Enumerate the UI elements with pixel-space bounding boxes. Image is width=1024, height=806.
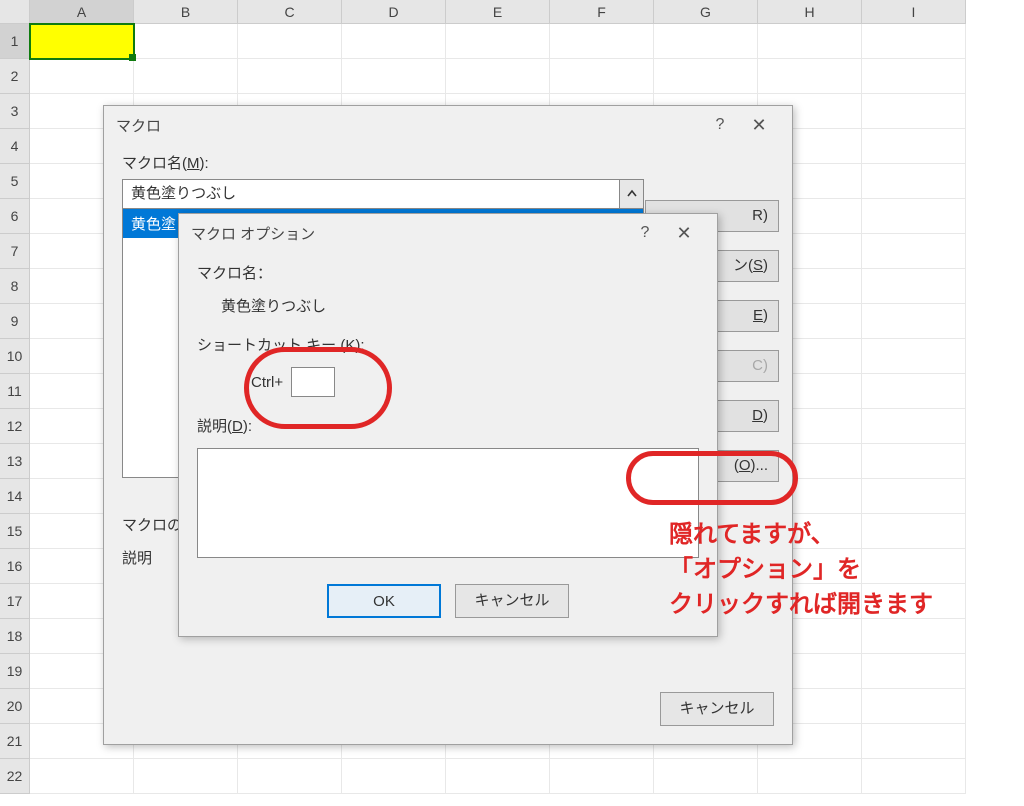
cell-H2[interactable]: [758, 59, 862, 94]
cell-I3[interactable]: [862, 94, 966, 129]
cell-E2[interactable]: [446, 59, 550, 94]
row-head-4[interactable]: 4: [0, 129, 30, 164]
cell-I18[interactable]: [862, 619, 966, 654]
row-head-8[interactable]: 8: [0, 269, 30, 304]
row-head-5[interactable]: 5: [0, 164, 30, 199]
cell-D2[interactable]: [342, 59, 446, 94]
cell-C1[interactable]: [238, 24, 342, 59]
cell-I6[interactable]: [862, 199, 966, 234]
help-icon[interactable]: ?: [702, 116, 738, 134]
cell-I11[interactable]: [862, 374, 966, 409]
row-head-1[interactable]: 1: [0, 24, 30, 59]
row-head-16[interactable]: 16: [0, 549, 30, 584]
cell-I7[interactable]: [862, 234, 966, 269]
cell-B22[interactable]: [134, 759, 238, 794]
cell-H1[interactable]: [758, 24, 862, 59]
row-head-15[interactable]: 15: [0, 514, 30, 549]
row-head-19[interactable]: 19: [0, 654, 30, 689]
row-head-21[interactable]: 21: [0, 724, 30, 759]
cell-I5[interactable]: [862, 164, 966, 199]
cell-A2[interactable]: [30, 59, 134, 94]
cell-G22[interactable]: [654, 759, 758, 794]
cell-E22[interactable]: [446, 759, 550, 794]
cell-I4[interactable]: [862, 129, 966, 164]
cell-I2[interactable]: [862, 59, 966, 94]
cell-B2[interactable]: [134, 59, 238, 94]
cell-G2[interactable]: [654, 59, 758, 94]
close-icon[interactable]: ✕: [663, 223, 705, 244]
options-dialog-titlebar[interactable]: マクロ オプション ? ✕: [179, 214, 717, 252]
row-head-20[interactable]: 20: [0, 689, 30, 724]
close-icon[interactable]: ✕: [738, 115, 780, 136]
cell-I8[interactable]: [862, 269, 966, 304]
cell-I22[interactable]: [862, 759, 966, 794]
row-head-12[interactable]: 12: [0, 409, 30, 444]
annotation-text: 隠れてますが、 「オプション」を クリックすれば開きます: [669, 518, 933, 622]
cell-C22[interactable]: [238, 759, 342, 794]
options-dialog-title: マクロ オプション: [191, 223, 315, 244]
col-head-H[interactable]: H: [758, 0, 862, 24]
col-head-G[interactable]: G: [654, 0, 758, 24]
macro-dialog-titlebar[interactable]: マクロ ? ✕: [104, 106, 792, 144]
row-head-10[interactable]: 10: [0, 339, 30, 374]
col-head-C[interactable]: C: [238, 0, 342, 24]
macro-name-input[interactable]: 黄色塗りつぶし: [122, 179, 620, 209]
cell-H22[interactable]: [758, 759, 862, 794]
cell-I19[interactable]: [862, 654, 966, 689]
col-head-D[interactable]: D: [342, 0, 446, 24]
col-head-A[interactable]: A: [30, 0, 134, 24]
cell-G1[interactable]: [654, 24, 758, 59]
cell-F2[interactable]: [550, 59, 654, 94]
row-head-18[interactable]: 18: [0, 619, 30, 654]
macro-name-label: マクロ名(M):: [122, 152, 774, 173]
row-head-14[interactable]: 14: [0, 479, 30, 514]
col-head-B[interactable]: B: [134, 0, 238, 24]
cell-I9[interactable]: [862, 304, 966, 339]
cell-F22[interactable]: [550, 759, 654, 794]
shortcut-key-input[interactable]: [291, 367, 335, 397]
column-headers-row: A B C D E F G H I: [0, 0, 1024, 24]
col-head-I[interactable]: I: [862, 0, 966, 24]
row-head-7[interactable]: 7: [0, 234, 30, 269]
row-head-2[interactable]: 2: [0, 59, 30, 94]
options-cancel-button[interactable]: キャンセル: [455, 584, 569, 618]
cell-I1[interactable]: [862, 24, 966, 59]
cell-D1[interactable]: [342, 24, 446, 59]
macro-cancel-button[interactable]: キャンセル: [660, 692, 774, 726]
row-head-17[interactable]: 17: [0, 584, 30, 619]
shortcut-prefix-label: Ctrl+: [251, 374, 283, 391]
select-all-corner[interactable]: [0, 0, 30, 24]
ok-button[interactable]: OK: [327, 584, 441, 618]
cell-I14[interactable]: [862, 479, 966, 514]
cell-C2[interactable]: [238, 59, 342, 94]
cell-I12[interactable]: [862, 409, 966, 444]
row-head-6[interactable]: 6: [0, 199, 30, 234]
cell-D22[interactable]: [342, 759, 446, 794]
macro-dialog-title: マクロ: [116, 115, 161, 136]
cell-A22[interactable]: [30, 759, 134, 794]
cell-I10[interactable]: [862, 339, 966, 374]
shortcut-key-label: ショートカット キー (K):: [197, 334, 699, 355]
row-head-11[interactable]: 11: [0, 374, 30, 409]
cell-I13[interactable]: [862, 444, 966, 479]
col-head-E[interactable]: E: [446, 0, 550, 24]
cell-I21[interactable]: [862, 724, 966, 759]
row-head-3[interactable]: 3: [0, 94, 30, 129]
cell-I20[interactable]: [862, 689, 966, 724]
row-head-22[interactable]: 22: [0, 759, 30, 794]
description-label: 説明(D):: [197, 415, 699, 436]
cell-E1[interactable]: [446, 24, 550, 59]
cell-A1[interactable]: [30, 24, 134, 59]
macro-options-dialog: マクロ オプション ? ✕ マクロ名： 黄色塗りつぶし ショートカット キー (…: [178, 213, 718, 637]
description-textarea[interactable]: [197, 448, 699, 558]
macro-name-updown[interactable]: [620, 179, 644, 209]
help-icon[interactable]: ?: [627, 224, 663, 242]
col-head-F[interactable]: F: [550, 0, 654, 24]
row-head-9[interactable]: 9: [0, 304, 30, 339]
options-macro-name-value: 黄色塗りつぶし: [197, 295, 699, 316]
cell-F1[interactable]: [550, 24, 654, 59]
cell-B1[interactable]: [134, 24, 238, 59]
options-macro-name-label: マクロ名：: [197, 262, 699, 283]
row-head-13[interactable]: 13: [0, 444, 30, 479]
